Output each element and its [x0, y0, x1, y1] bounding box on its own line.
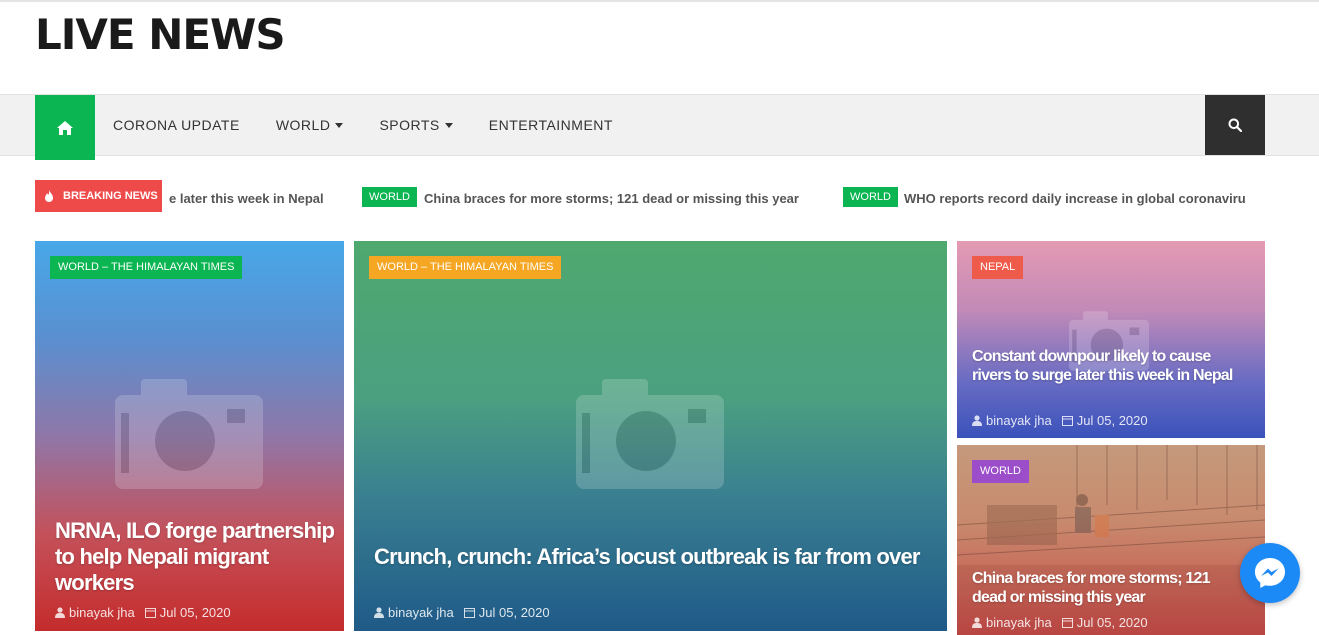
card-meta: binayak jha Jul 05, 2020: [55, 605, 241, 620]
category-badge[interactable]: WORLD – THE HIMALAYAN TIMES: [50, 256, 243, 279]
ticker-headline[interactable]: China braces for more storms; 121 dead o…: [424, 191, 799, 206]
card-title[interactable]: Crunch, crunch: Africa’s locust outbreak…: [374, 544, 924, 570]
nav-item-entertainment[interactable]: ENTERTAINMENT: [489, 117, 613, 133]
author-name[interactable]: binayak jha: [69, 605, 135, 620]
post-date: Jul 05, 2020: [478, 605, 550, 620]
featured-card-locust[interactable]: WORLD – THE HIMALAYAN TIMES Crunch, crun…: [354, 241, 947, 631]
breaking-news-label: BREAKING NEWS: [35, 180, 162, 212]
calendar-icon: [144, 608, 156, 618]
ticker-track: e later this week in Nepal WORLD China b…: [162, 180, 1265, 212]
calendar-icon: [463, 608, 475, 618]
author-name[interactable]: binayak jha: [986, 615, 1052, 630]
nav-item-sports[interactable]: SPORTS: [379, 117, 453, 133]
card-meta: binayak jha Jul 05, 2020: [972, 615, 1158, 630]
category-badge[interactable]: WORLD – THE HIMALAYAN TIMES: [369, 256, 562, 279]
search-icon: [1228, 118, 1242, 132]
camera-placeholder-icon: [115, 379, 263, 489]
camera-placeholder-icon: [576, 379, 724, 489]
site-logo[interactable]: LIVE NEWS: [35, 10, 286, 59]
nav-item-world[interactable]: WORLD: [276, 117, 344, 133]
user-icon: [972, 617, 982, 628]
user-icon: [972, 415, 982, 426]
chevron-down-icon: [444, 122, 453, 128]
nav-menu: CORONA UPDATE WORLD SPORTS ENTERTAINMENT: [113, 95, 649, 155]
flame-icon: [45, 190, 53, 202]
card-meta: binayak jha Jul 05, 2020: [972, 413, 1158, 428]
chevron-down-icon: [335, 122, 344, 128]
search-button[interactable]: [1205, 95, 1265, 155]
post-date: Jul 05, 2020: [159, 605, 231, 620]
user-icon: [55, 607, 65, 618]
calendar-icon: [1061, 416, 1073, 426]
category-badge[interactable]: WORLD: [972, 460, 1029, 483]
ticker-badge-world[interactable]: WORLD: [362, 187, 417, 207]
main-navbar: CORONA UPDATE WORLD SPORTS ENTERTAINMENT: [0, 94, 1319, 160]
card-meta: binayak jha Jul 05, 2020: [374, 605, 560, 620]
featured-card-nrna[interactable]: WORLD – THE HIMALAYAN TIMES NRNA, ILO fo…: [35, 241, 344, 631]
card-title[interactable]: NRNA, ILO forge partnership to help Nepa…: [55, 518, 335, 596]
messenger-icon: [1255, 558, 1285, 588]
post-date: Jul 05, 2020: [1076, 413, 1148, 428]
card-title[interactable]: Constant downpour likely to cause rivers…: [972, 347, 1247, 385]
ticker-badge-world[interactable]: WORLD: [843, 187, 898, 207]
card-title[interactable]: China braces for more storms; 121 dead o…: [972, 569, 1247, 607]
home-button[interactable]: [35, 95, 95, 160]
post-date: Jul 05, 2020: [1076, 615, 1148, 630]
user-icon: [374, 607, 384, 618]
breaking-news-ticker: BREAKING NEWS e later this week in Nepal…: [35, 180, 1265, 212]
calendar-icon: [1061, 618, 1073, 628]
category-badge[interactable]: NEPAL: [972, 256, 1024, 279]
nav-item-corona-update[interactable]: CORONA UPDATE: [113, 117, 240, 133]
ticker-headline[interactable]: WHO reports record daily increase in glo…: [904, 191, 1246, 206]
featured-card-downpour[interactable]: NEPAL Constant downpour likely to cause …: [957, 241, 1265, 438]
ticker-headline[interactable]: e later this week in Nepal: [169, 191, 324, 206]
featured-card-china-storms[interactable]: WORLD China braces for more storms; 121 …: [957, 445, 1265, 635]
messenger-chat-button[interactable]: [1240, 543, 1300, 603]
home-icon: [57, 120, 73, 135]
author-name[interactable]: binayak jha: [388, 605, 454, 620]
top-border: [0, 0, 1319, 2]
author-name[interactable]: binayak jha: [986, 413, 1052, 428]
